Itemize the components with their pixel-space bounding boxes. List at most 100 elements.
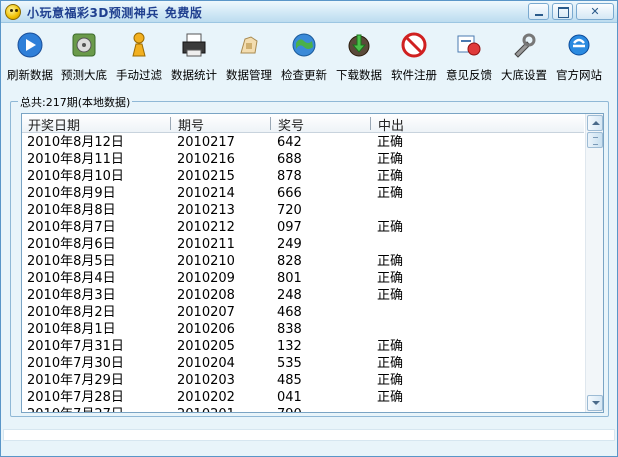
forecast-button[interactable]: 预测大底 [56,28,112,84]
cell-hit: 正确 [377,169,404,184]
cell-hit: 正确 [377,271,404,286]
scroll-thumb[interactable] [587,132,603,148]
maximize-button[interactable] [552,3,573,20]
column-header-date[interactable]: 开奖日期 [28,115,80,134]
check-update-globe-icon [292,33,316,57]
cell-hit: 正确 [377,288,404,303]
cell-number: 642 [277,135,302,150]
cell-number: 720 [277,203,302,218]
column-header-hit[interactable]: 中出 [378,115,404,134]
edition-label: 免费版 [164,6,203,20]
cell-number: 838 [277,322,302,337]
table-row[interactable]: 2010年8月12日 2010217 642 正确 [22,134,584,151]
minimize-button[interactable] [528,3,549,20]
cell-number: 878 [277,169,302,184]
vertical-scrollbar[interactable] [585,114,603,412]
toolbar-label: 官方网站 [556,68,602,82]
table-row[interactable]: 2010年8月8日 2010213 720 [22,202,584,219]
cell-issue: 2010216 [177,152,235,167]
feedback-icon [457,35,481,56]
table-row[interactable]: 2010年8月4日 2010209 801 正确 [22,270,584,287]
manual-filter-person-icon [132,32,146,57]
table-row[interactable]: 2010年7月28日 2010202 041 正确 [22,389,584,406]
statistics-printer-icon [182,33,206,57]
cell-date: 2010年8月5日 [27,254,116,269]
cell-hit: 正确 [377,152,404,167]
manual-filter-button[interactable]: 手动过滤 [111,28,167,84]
cell-date: 2010年7月30日 [27,356,124,371]
cell-issue: 2010210 [177,254,235,269]
column-header-issue[interactable]: 期号 [178,115,204,134]
column-separator[interactable] [270,117,271,130]
status-bar [3,429,615,441]
cell-issue: 2010215 [177,169,235,184]
official-site-button[interactable]: 官方网站 [551,28,607,84]
app-name: 小玩意福彩3D预测神兵 [27,6,159,20]
cell-number: 535 [277,356,302,371]
cell-hit: 正确 [377,356,404,371]
column-separator[interactable] [370,117,371,130]
data-manage-button[interactable]: 数据管理 [221,28,277,84]
cell-date: 2010年8月7日 [27,220,116,235]
draw-results-table[interactable]: 开奖日期 期号 奖号 中出 2010年8月12日 2010217 642 正确 2010… [21,113,604,413]
download-data-button[interactable]: 下载数据 [331,28,387,84]
cell-date: 2010年7月28日 [27,390,124,405]
cell-date: 2010年8月6日 [27,237,116,252]
cell-date: 2010年8月8日 [27,203,116,218]
table-header: 开奖日期 期号 奖号 中出 [22,114,584,134]
table-row[interactable]: 2010年7月31日 2010205 132 正确 [22,338,584,355]
cell-issue: 2010209 [177,271,235,286]
scroll-up-button[interactable] [587,115,603,131]
table-row[interactable]: 2010年8月6日 2010211 249 [22,236,584,253]
download-data-icon [348,34,370,57]
cell-issue: 2010211 [177,237,235,252]
table-row[interactable]: 2010年8月10日 2010215 878 正确 [22,168,584,185]
table-row[interactable]: 2010年8月3日 2010208 248 正确 [22,287,584,304]
cell-number: 801 [277,271,302,286]
check-update-button[interactable]: 检查更新 [276,28,332,84]
table-row[interactable]: 2010年8月9日 2010214 666 正确 [22,185,584,202]
cell-number: 468 [277,305,302,320]
title-bar[interactable]: 小玩意福彩3D预测神兵 免费版 ✕ [1,1,617,23]
bigbase-settings-button[interactable]: 大底设置 [496,28,552,84]
register-button[interactable]: 软件注册 [386,28,442,84]
table-row[interactable]: 2010年8月7日 2010212 097 正确 [22,219,584,236]
cell-number: 790 [277,406,302,412]
cell-hit: 正确 [377,373,404,388]
cell-hit: 正确 [377,186,404,201]
forecast-disc-icon [72,33,96,57]
table-row[interactable]: 2010年7月30日 2010204 535 正确 [22,355,584,372]
table-row[interactable]: 2010年7月29日 2010203 485 正确 [22,372,584,389]
table-row[interactable]: 2010年7月27日 2010201 790 [22,406,584,412]
column-header-number[interactable]: 奖号 [278,115,304,134]
cell-date: 2010年8月12日 [27,135,124,150]
toolbar: 刷新数据 预测大底 手动过滤 数据统计 数据管理 检查更新 下载数据 软件注册 … [1,24,617,86]
cell-hit: 正确 [377,220,404,235]
cell-number: 249 [277,237,302,252]
cell-number: 485 [277,373,302,388]
summary-label: 总共:217期(本地数据) [18,94,133,110]
table-row[interactable]: 2010年8月1日 2010206 838 [22,321,584,338]
cell-hit: 正确 [377,339,404,354]
register-no-icon [401,32,427,58]
smiley-app-icon[interactable] [5,4,21,20]
table-row[interactable]: 2010年8月2日 2010207 468 [22,304,584,321]
statistics-button[interactable]: 数据统计 [166,28,222,84]
cell-date: 2010年8月2日 [27,305,116,320]
app-window: 小玩意福彩3D预测神兵 免费版 ✕ 刷新数据 预测大底 手动过滤 数据统计 数据… [0,0,618,457]
feedback-button[interactable]: 意见反馈 [441,28,497,84]
close-button[interactable]: ✕ [576,3,614,20]
cell-date: 2010年7月29日 [27,373,124,388]
table-row[interactable]: 2010年8月5日 2010210 828 正确 [22,253,584,270]
table-body: 2010年8月12日 2010217 642 正确 2010年8月11日 2010216 6… [22,134,584,412]
cell-number: 041 [277,390,302,405]
cell-date: 2010年8月9日 [27,186,116,201]
column-separator[interactable] [170,117,171,130]
refresh-play-icon [17,32,43,58]
scroll-down-button[interactable] [587,395,603,411]
cell-issue: 2010206 [177,322,235,337]
website-ie-icon [568,34,590,56]
table-row[interactable]: 2010年8月11日 2010216 688 正确 [22,151,584,168]
cell-hit: 正确 [377,135,404,150]
cell-issue: 2010208 [177,288,235,303]
